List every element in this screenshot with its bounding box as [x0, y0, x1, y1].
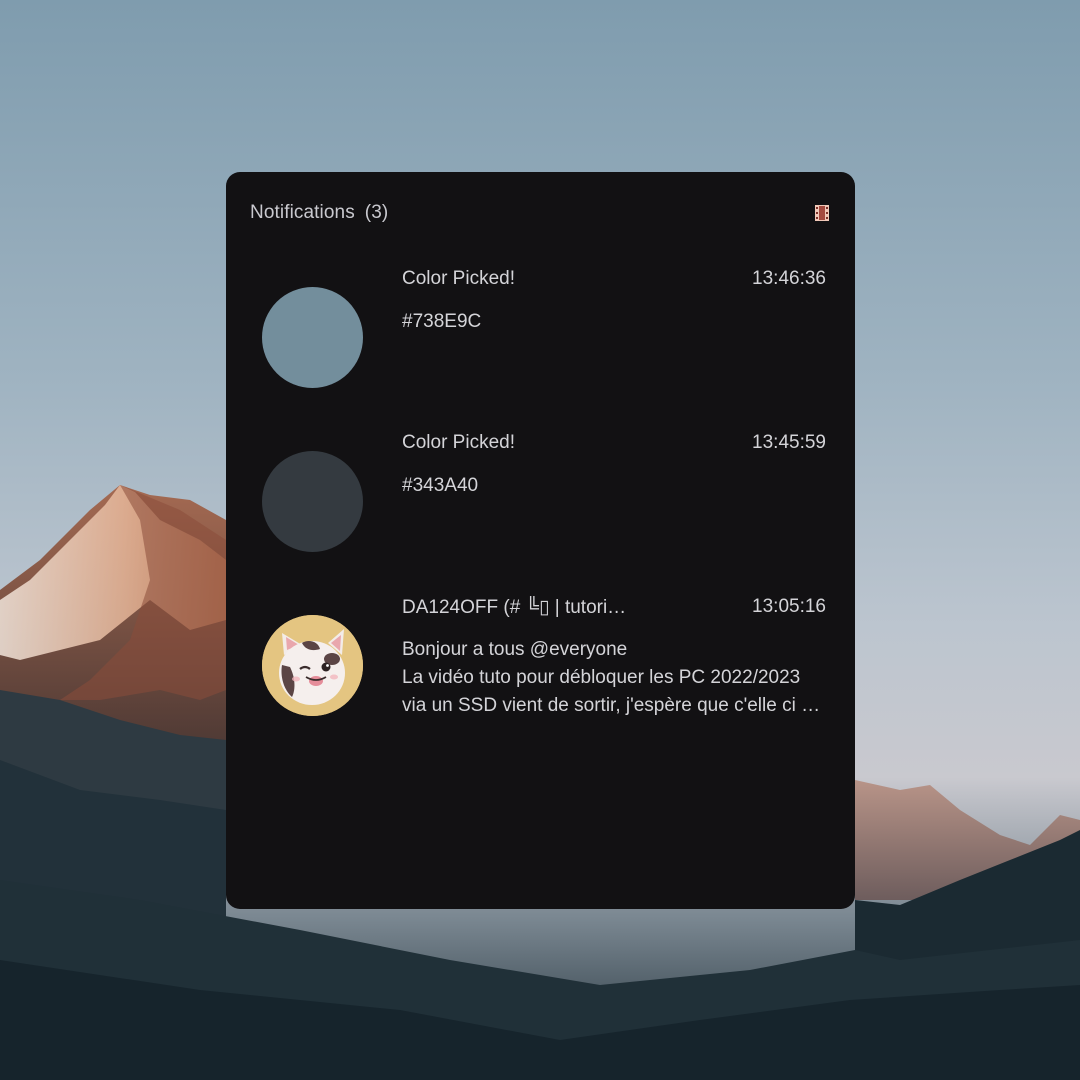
- notification-count: (3): [364, 202, 389, 223]
- notification-center-panel: Notifications (3) Color Picked! 13:46:36 …: [226, 172, 855, 909]
- panel-title-label: Notifications: [250, 202, 355, 223]
- panel-title: Notifications (3): [250, 202, 388, 224]
- notification-summary: Color Picked!: [402, 432, 515, 453]
- notification-item[interactable]: Color Picked! 13:46:36 #738E9C: [262, 268, 826, 388]
- notification-body: #343A40: [402, 472, 832, 500]
- film-strip-icon[interactable]: [815, 205, 829, 221]
- notification-summary: Color Picked!: [402, 268, 515, 289]
- notification-summary: DA124OFF (# ╚▯ | tutori…: [402, 597, 627, 618]
- notification-body: #738E9C: [402, 308, 832, 336]
- notification-body-line: #343A40: [402, 475, 479, 496]
- cat-avatar-icon: [262, 615, 363, 716]
- notification-item[interactable]: DA124OFF (# ╚▯ | tutori… 13:05:16 Bonjou…: [262, 596, 826, 716]
- color-swatch-icon: [262, 451, 363, 552]
- notification-item[interactable]: Color Picked! 13:45:59 #343A40: [262, 432, 826, 552]
- notification-time: 13:46:36: [752, 268, 826, 289]
- color-swatch-icon: [262, 287, 363, 388]
- notification-body: Bonjour a tous @everyone La vidéo tuto p…: [402, 636, 832, 720]
- notification-body-line: Bonjour a tous @everyone: [402, 639, 628, 660]
- notification-body-line: via un SSD vient de sortir, j'espère que…: [402, 695, 821, 716]
- panel-header: Notifications (3): [250, 200, 829, 226]
- notification-time: 13:45:59: [752, 432, 826, 453]
- notification-body-line: #738E9C: [402, 311, 482, 332]
- notification-time: 13:05:16: [752, 596, 826, 617]
- notification-body-line: La vidéo tuto pour débloquer les PC 2022…: [402, 667, 801, 688]
